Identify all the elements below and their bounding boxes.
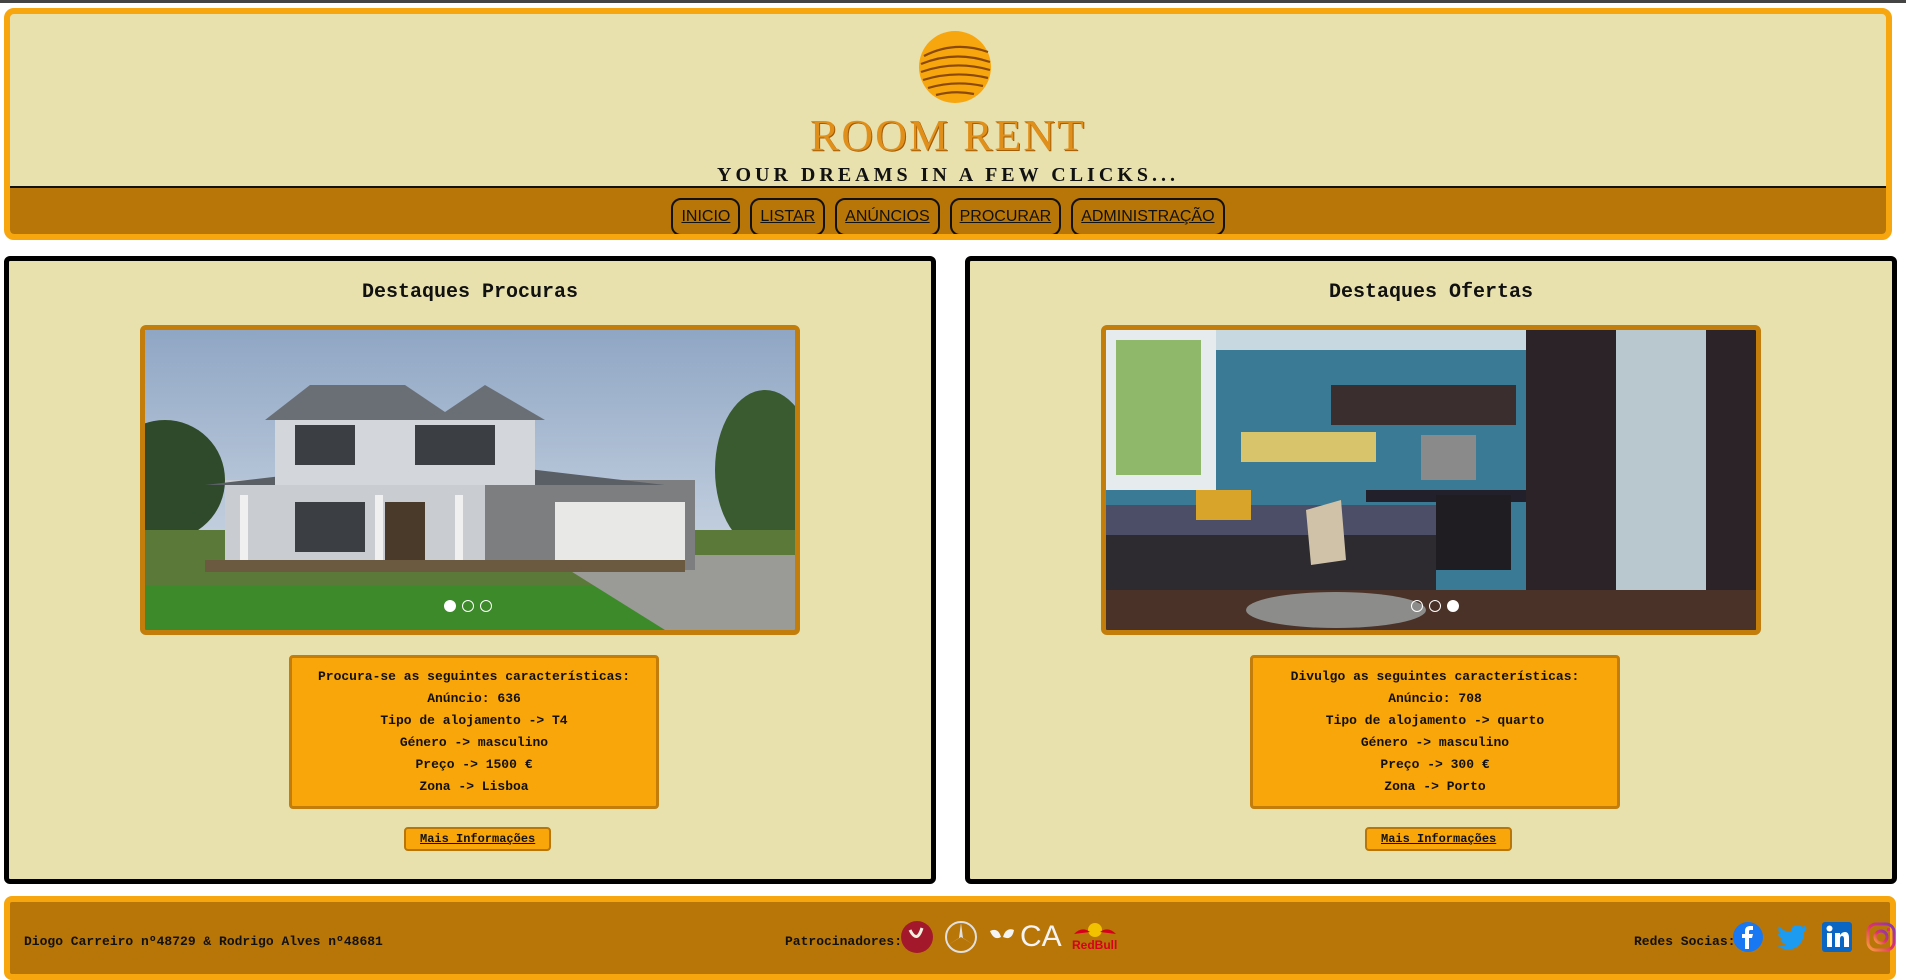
carousel-dot[interactable]	[444, 600, 456, 612]
nav-inicio[interactable]: INICIO	[671, 198, 741, 234]
ca-icon[interactable]: CA	[988, 920, 1062, 954]
ofertas-panel: Destaques Ofertas Divulgo as seguintes c…	[965, 256, 1897, 884]
nav-anuncios[interactable]: ANÚNCIOS	[835, 198, 940, 234]
carousel-dot[interactable]	[1429, 600, 1441, 612]
info-tipo: Tipo de alojamento -> quarto	[1325, 713, 1545, 728]
linkedin-icon[interactable]	[1822, 922, 1852, 952]
carousel-dot[interactable]	[462, 600, 474, 612]
carousel-dot[interactable]	[1447, 600, 1459, 612]
nav-listar[interactable]: LISTAR	[750, 198, 826, 234]
nav-administracao[interactable]: ADMINISTRAÇÃO	[1071, 198, 1225, 234]
info-zona: Zona -> Porto	[1384, 779, 1486, 794]
instagram-icon[interactable]	[1866, 922, 1896, 952]
redbull-text: RedBull	[1072, 938, 1118, 952]
main-nav: INICIO LISTAR ANÚNCIOS PROCURAR ADMINIST…	[10, 186, 1886, 234]
procuras-title: Destaques Procuras	[361, 281, 579, 304]
info-heading: Divulgo as seguintes características:	[1290, 669, 1580, 684]
ofertas-carousel-dots	[1411, 600, 1459, 612]
info-heading: Procura-se as seguintes características:	[317, 669, 631, 684]
mercedes-icon[interactable]	[944, 920, 978, 954]
info-preco: Preço -> 1500 €	[415, 757, 533, 772]
carousel-dot[interactable]	[480, 600, 492, 612]
facebook-icon[interactable]	[1732, 921, 1764, 953]
info-tipo: Tipo de alojamento -> T4	[380, 713, 568, 728]
brand-title: ROOM RENT	[810, 111, 1086, 160]
info-genero: Género -> masculino	[1360, 735, 1510, 750]
room-image	[1106, 330, 1756, 630]
ofertas-more-info-button[interactable]: Mais Informações	[1365, 827, 1513, 851]
carousel-dot[interactable]	[1411, 600, 1423, 612]
procuras-panel: Destaques Procuras Procura-se as seguint…	[4, 256, 936, 884]
redbull-bulls-icon	[1073, 923, 1116, 937]
procuras-carousel[interactable]	[140, 325, 800, 635]
sponsors-label: Patrocinadores:	[785, 934, 903, 949]
top-border	[0, 0, 1906, 3]
ca-text: CA	[1020, 920, 1062, 953]
tagline: YOUR DREAMS IN A FEW CLICKS...	[717, 164, 1179, 186]
nav-procurar[interactable]: PROCURAR	[949, 198, 1062, 234]
socials-label: Redes Socias:	[1634, 934, 1736, 949]
info-zona: Zona -> Lisboa	[419, 779, 529, 794]
ca-leaf-icon	[990, 929, 1014, 939]
site-header: ROOM RENT YOUR DREAMS IN A FEW CLICKS...…	[4, 8, 1892, 240]
twitter-icon[interactable]	[1778, 924, 1808, 950]
house-image	[145, 330, 795, 630]
redbull-icon[interactable]: RedBull	[1072, 922, 1118, 952]
info-anuncio: Anúncio: 636	[427, 691, 521, 706]
sponsors-list: CA RedBull	[900, 920, 1118, 954]
procuras-more-info-button[interactable]: Mais Informações	[404, 827, 552, 851]
procuras-info-box: Procura-se as seguintes características:…	[289, 655, 659, 809]
ofertas-info-box: Divulgo as seguintes características: An…	[1250, 655, 1620, 809]
sun-logo-icon	[919, 31, 991, 103]
vodafone-icon[interactable]	[900, 920, 934, 954]
site-footer: Diogo Carreiro nº48729 & Rodrigo Alves n…	[4, 896, 1896, 980]
info-genero: Género -> masculino	[399, 735, 549, 750]
ofertas-carousel[interactable]	[1101, 325, 1761, 635]
info-preco: Preço -> 300 €	[1380, 757, 1490, 772]
procuras-carousel-dots	[444, 600, 492, 612]
authors-text: Diogo Carreiro nº48729 & Rodrigo Alves n…	[24, 934, 383, 949]
ofertas-title: Destaques Ofertas	[1328, 281, 1534, 304]
info-anuncio: Anúncio: 708	[1388, 691, 1482, 706]
social-links	[1732, 921, 1896, 953]
